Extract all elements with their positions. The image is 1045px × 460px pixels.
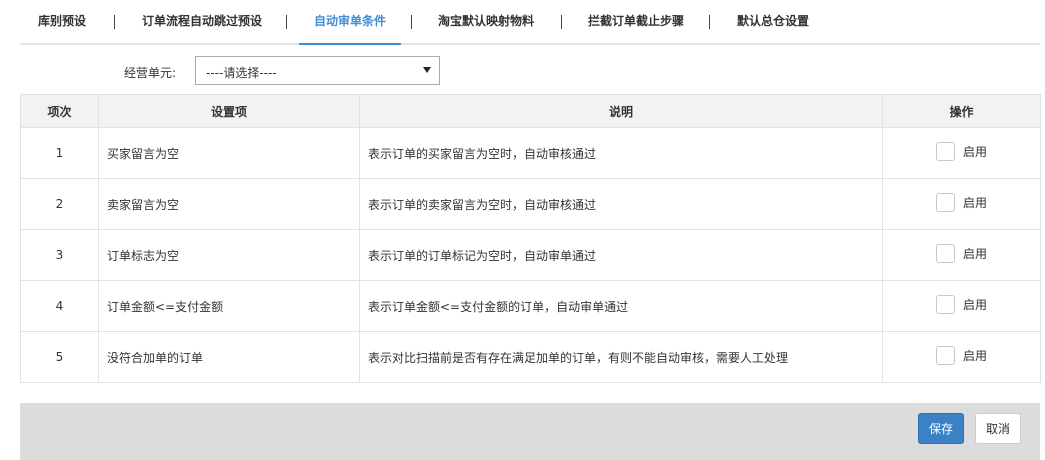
row-setting: 买家留言为空 <box>98 127 360 179</box>
enable-label[interactable]: 启用 <box>963 143 987 160</box>
column-header-index: 项次 <box>20 94 99 128</box>
save-button[interactable]: 保存 <box>918 413 964 444</box>
enable-control: 启用 <box>935 142 987 161</box>
tab-order-flow-skip-preset[interactable]: 订单流程自动跳过预设 <box>142 0 262 45</box>
row-action: 启用 <box>882 229 1041 281</box>
tab-separator <box>411 15 412 29</box>
table-row: 5 没符合加单的订单 表示对比扫描前是否有存在满足加单的订单，有则不能自动审核，… <box>20 331 1041 383</box>
row-description: 表示订单的卖家留言为空时，自动审核通过 <box>359 178 883 230</box>
row-description: 表示订单金额<=支付金额的订单，自动审单通过 <box>359 280 883 332</box>
tab-taobao-default-mapping[interactable]: 淘宝默认映射物料 <box>438 0 534 45</box>
enable-label[interactable]: 启用 <box>963 347 987 364</box>
tab-separator <box>286 15 287 29</box>
enable-control: 启用 <box>935 244 987 263</box>
row-index: 2 <box>20 178 99 230</box>
enable-checkbox[interactable] <box>935 295 955 314</box>
business-unit-selected-value: ----请选择---- <box>206 66 277 80</box>
table-row: 2 卖家留言为空 表示订单的卖家留言为空时，自动审核通过 启用 <box>20 178 1041 230</box>
table-row: 4 订单金额<=支付金额 表示订单金额<=支付金额的订单，自动审单通过 启用 <box>20 280 1041 332</box>
column-header-setting: 设置项 <box>98 94 360 128</box>
tab-auto-review-conditions[interactable]: 自动审单条件 <box>299 0 401 45</box>
business-unit-label: 经营单元: <box>124 66 177 80</box>
row-setting: 订单标志为空 <box>98 229 360 281</box>
row-index: 4 <box>20 280 99 332</box>
tab-default-main-warehouse[interactable]: 默认总仓设置 <box>737 0 809 45</box>
row-action: 启用 <box>882 178 1041 230</box>
table-row: 3 订单标志为空 表示订单的订单标记为空时，自动审单通过 启用 <box>20 229 1041 281</box>
enable-control: 启用 <box>935 346 987 365</box>
enable-control: 启用 <box>935 193 987 212</box>
tab-separator <box>561 15 562 29</box>
row-action: 启用 <box>882 331 1041 383</box>
enable-label[interactable]: 启用 <box>963 296 987 313</box>
action-footer: 保存 取消 <box>20 403 1040 460</box>
settings-tab-bar: 库别预设 订单流程自动跳过预设 自动审单条件 淘宝默认映射物料 拦截订单截止步骤… <box>20 0 1040 45</box>
enable-checkbox[interactable] <box>935 193 955 212</box>
row-setting: 订单金额<=支付金额 <box>98 280 360 332</box>
row-setting: 没符合加单的订单 <box>98 331 360 383</box>
enable-checkbox[interactable] <box>935 142 955 161</box>
column-header-action: 操作 <box>882 94 1041 128</box>
row-description: 表示订单的买家留言为空时，自动审核通过 <box>359 127 883 179</box>
row-index: 1 <box>20 127 99 179</box>
row-description: 表示对比扫描前是否有存在满足加单的订单，有则不能自动审核，需要人工处理 <box>359 331 883 383</box>
column-header-description: 说明 <box>359 94 883 128</box>
enable-label[interactable]: 启用 <box>963 245 987 262</box>
cancel-button[interactable]: 取消 <box>975 413 1021 444</box>
row-description: 表示订单的订单标记为空时，自动审单通过 <box>359 229 883 281</box>
tab-separator <box>114 15 115 29</box>
table-row: 1 买家留言为空 表示订单的买家留言为空时，自动审核通过 启用 <box>20 127 1041 179</box>
auto-review-conditions-table: 项次 设置项 说明 操作 1 买家留言为空 表示订单的买家留言为空时，自动审核通… <box>20 94 1041 383</box>
business-unit-select[interactable]: ----请选择---- <box>195 56 440 85</box>
enable-checkbox[interactable] <box>935 346 955 365</box>
row-action: 启用 <box>882 280 1041 332</box>
row-setting: 卖家留言为空 <box>98 178 360 230</box>
table-header-row: 项次 设置项 说明 操作 <box>20 94 1041 128</box>
enable-label[interactable]: 启用 <box>963 194 987 211</box>
enable-checkbox[interactable] <box>935 244 955 263</box>
enable-control: 启用 <box>935 295 987 314</box>
tab-warehouse-preset[interactable]: 库别预设 <box>38 0 86 45</box>
row-index: 5 <box>20 331 99 383</box>
row-action: 启用 <box>882 127 1041 179</box>
tab-separator <box>709 15 710 29</box>
caret-down-icon <box>423 67 431 73</box>
row-index: 3 <box>20 229 99 281</box>
tab-intercept-order-cutoff[interactable]: 拦截订单截止步骤 <box>588 0 684 45</box>
